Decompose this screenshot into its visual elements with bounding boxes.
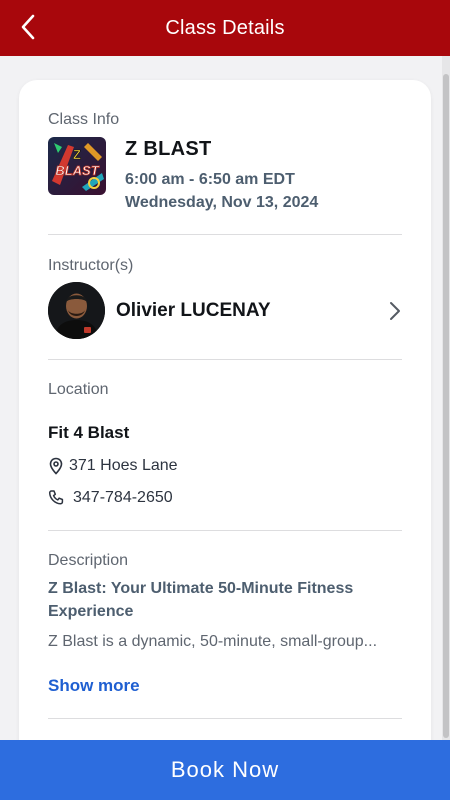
description-title: Z Blast: Your Ultimate 50-Minute Fitness… xyxy=(48,580,354,620)
class-details-screen: Class Details Class Info Z BLAST Z BLAST… xyxy=(0,0,450,800)
description-label: Description xyxy=(48,552,129,569)
class-name: Z BLAST xyxy=(125,138,212,160)
description-body: Z Blast is a dynamic, 50-minute, small-g… xyxy=(48,633,378,650)
class-info-label: Class Info xyxy=(48,111,120,128)
divider xyxy=(48,530,402,531)
location-name: Fit 4 Blast xyxy=(48,423,130,442)
divider xyxy=(48,718,402,719)
book-now-button[interactable]: Book Now xyxy=(0,740,450,800)
phone-icon xyxy=(48,489,64,507)
show-more-link[interactable]: Show more xyxy=(48,676,140,696)
divider xyxy=(48,234,402,235)
back-button[interactable] xyxy=(14,10,42,44)
logo-word-blast: BLAST xyxy=(55,163,99,178)
divider xyxy=(48,359,402,360)
instructor-row[interactable]: Olivier LUCENAY xyxy=(48,280,404,340)
location-phone: 347-784-2650 xyxy=(73,489,173,506)
logo-letter-z: Z xyxy=(73,147,81,162)
map-pin-icon xyxy=(48,457,64,475)
instructor-name: Olivier LUCENAY xyxy=(116,300,271,321)
class-time: 6:00 am - 6:50 am EDT xyxy=(125,171,295,188)
class-date: Wednesday, Nov 13, 2024 xyxy=(125,194,319,211)
instructor-label: Instructor(s) xyxy=(48,257,134,274)
top-app-bar: Class Details xyxy=(0,0,450,56)
location-address: 371 Hoes Lane xyxy=(69,457,178,474)
page-title: Class Details xyxy=(165,16,285,39)
chevron-right-icon xyxy=(390,302,400,320)
scrollbar-thumb[interactable] xyxy=(443,74,449,738)
class-details-card: Class Info Z BLAST Z BLAST 6:00 am - 6:5… xyxy=(19,80,431,800)
instructor-avatar xyxy=(48,282,105,339)
location-label: Location xyxy=(48,381,109,398)
chevron-left-icon xyxy=(21,14,35,40)
address-line[interactable]: 371 Hoes Lane xyxy=(48,455,178,477)
class-logo: Z BLAST xyxy=(48,137,106,195)
phone-line[interactable]: 347-784-2650 xyxy=(48,487,173,509)
